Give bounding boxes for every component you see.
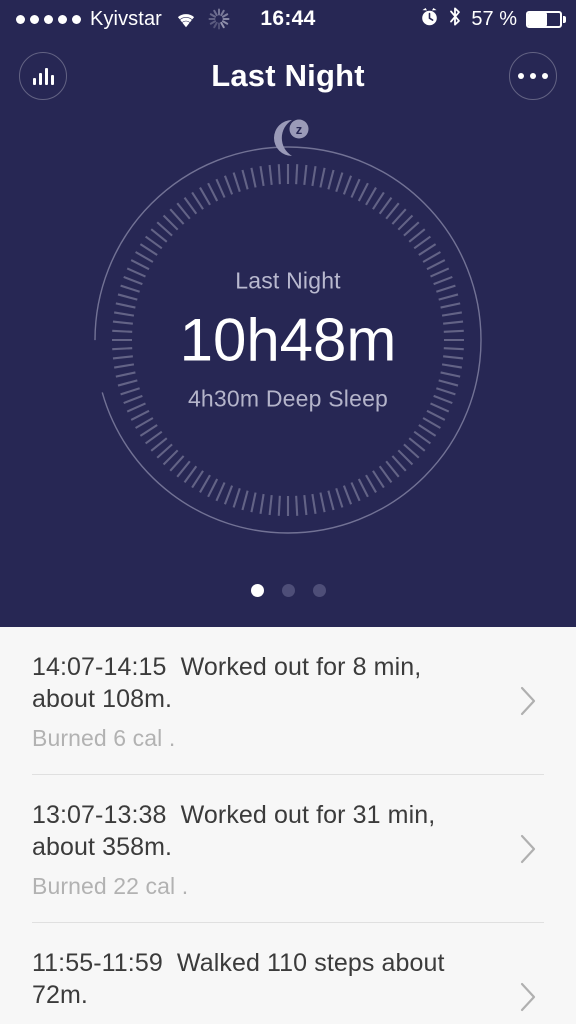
page-dot-1[interactable] (250, 584, 264, 597)
app-screen: Kyivstar 16:44 57 % Last Night z Last Ni… (0, 0, 576, 1024)
activity-description: 14:07-14:15 Worked out for 8 min, about … (32, 651, 544, 715)
sleep-dial: z Last Night 10h48m 4h30m Deep Sleep (88, 119, 488, 540)
sleep-dial-label: Last Night (235, 267, 341, 294)
more-options-button[interactable] (509, 52, 557, 100)
sleep-duration-value: 10h48m (179, 306, 397, 374)
chevron-right-icon[interactable] (518, 980, 538, 1014)
chevron-right-icon[interactable] (518, 684, 538, 718)
page-dot-3[interactable] (312, 584, 326, 597)
activity-time-range: 11:55-11:59 (32, 949, 163, 977)
chevron-right-icon[interactable] (518, 832, 538, 866)
sleeping-moon-icon: z (262, 116, 314, 162)
deep-sleep-value: 4h30m Deep Sleep (187, 385, 389, 412)
page-indicator[interactable] (0, 584, 576, 597)
sleep-dial-readout: Last Night 10h48m 4h30m Deep Sleep (88, 268, 488, 413)
activity-row[interactable]: 11:55-11:59 Walked 110 steps about 72m.B… (32, 922, 544, 1024)
activity-list: 14:07-14:15 Worked out for 8 min, about … (0, 627, 576, 1024)
battery-icon (526, 10, 566, 28)
activity-time-range: 14:07-14:15 (32, 653, 167, 681)
activity-description: 13:07-13:38 Worked out for 31 min, about… (32, 799, 544, 863)
page-dot-2[interactable] (281, 584, 295, 597)
activity-description: 11:55-11:59 Walked 110 steps about 72m. (32, 947, 544, 1011)
svg-text:z: z (296, 122, 303, 137)
sleep-summary-panel: Kyivstar 16:44 57 % Last Night z Last Ni… (0, 0, 576, 627)
activity-calories: Burned 6 cal . (32, 725, 176, 751)
more-options-icon (518, 73, 548, 79)
navigation-bar: Last Night (0, 40, 576, 112)
activity-row[interactable]: 13:07-13:38 Worked out for 31 min, about… (32, 774, 544, 922)
activity-row[interactable]: 14:07-14:15 Worked out for 8 min, about … (32, 627, 544, 774)
status-bar-clock: 16:44 (260, 7, 316, 30)
page-title: Last Night (211, 58, 365, 93)
status-bar: Kyivstar 16:44 57 % (0, 0, 576, 38)
activity-calories: Burned 22 cal . (32, 873, 189, 899)
activity-time-range: 13:07-13:38 (32, 801, 167, 829)
